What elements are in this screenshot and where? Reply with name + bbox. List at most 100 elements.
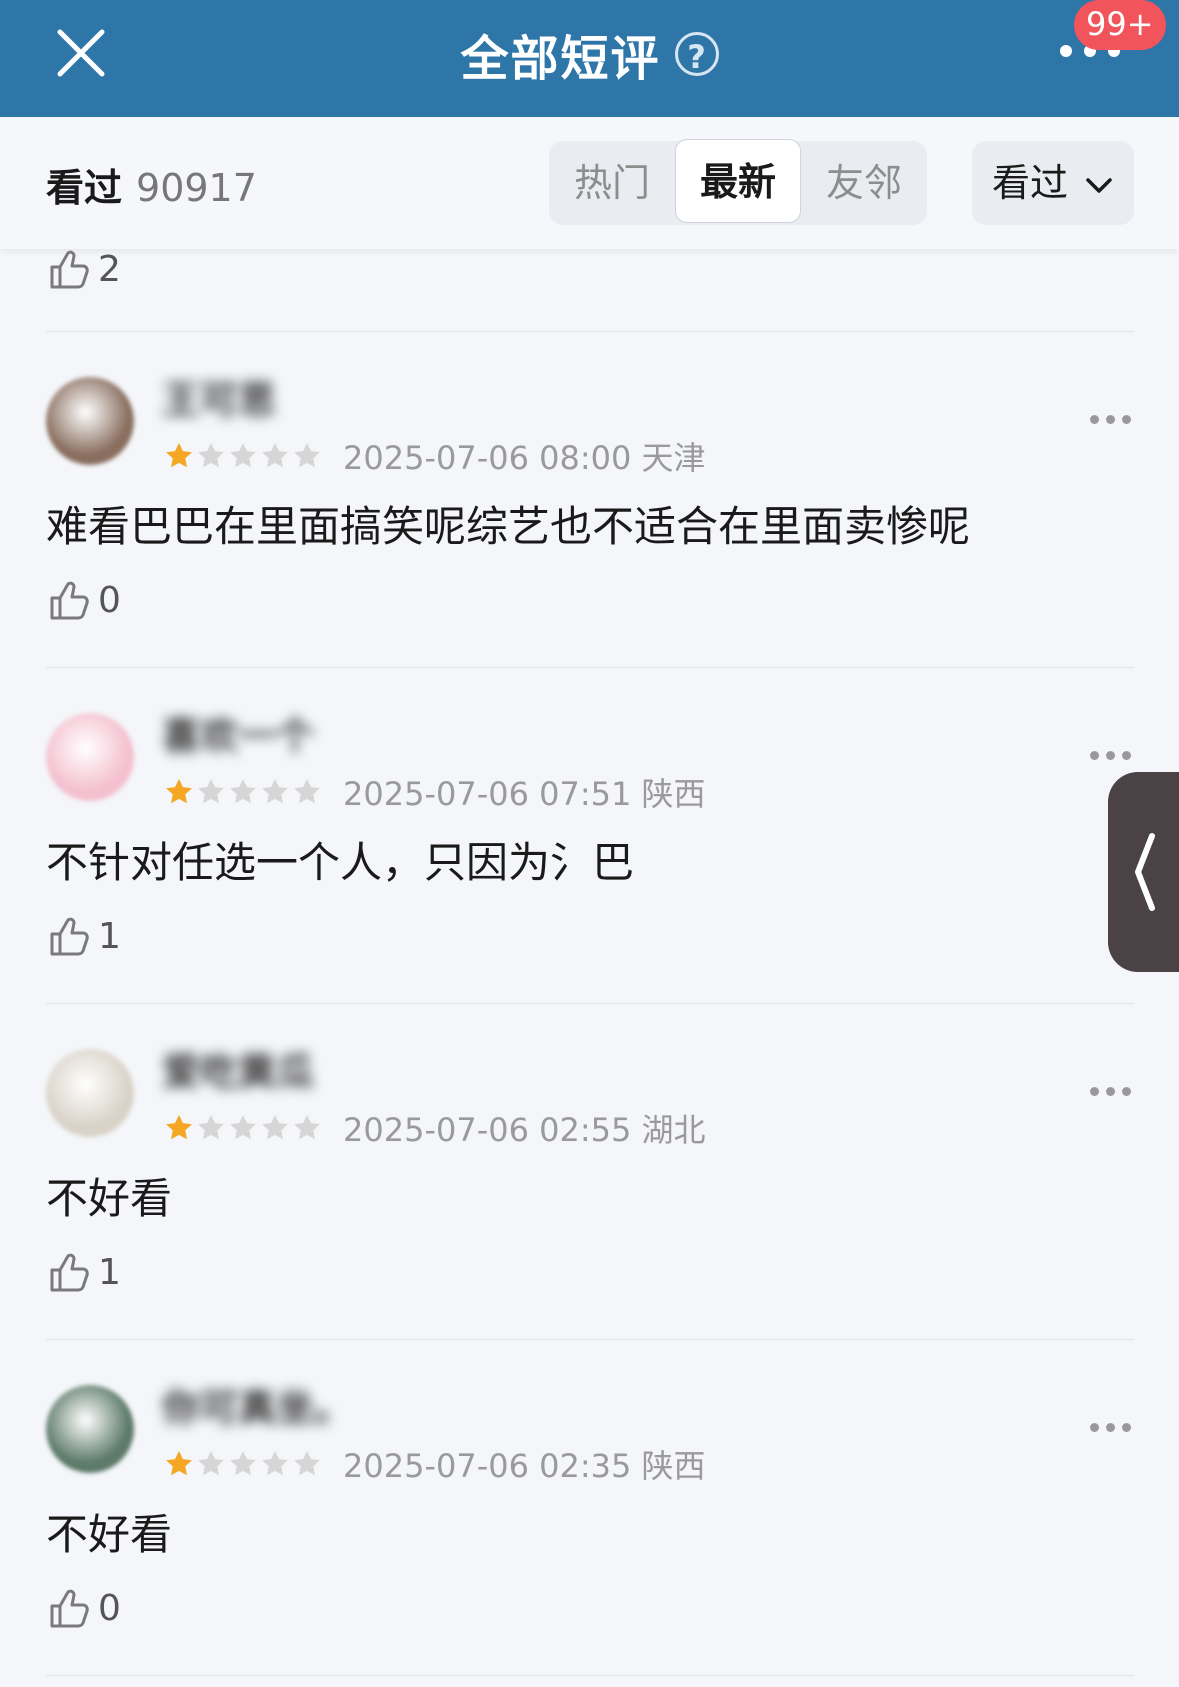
more-dot-icon: [1106, 415, 1115, 424]
review-item: 王可思 2025-07-06 08:00 天津难看巴巴在里面搞笑呢综艺也不适合在里…: [0, 333, 1179, 669]
like-count: 0: [98, 579, 121, 621]
star-icon: [230, 1114, 256, 1140]
divider: [46, 1339, 1134, 1340]
status-dropdown[interactable]: 看过: [972, 141, 1134, 225]
more-dot-icon: [1106, 1423, 1115, 1432]
review-meta: 2025-07-06 07:51 陕西: [343, 769, 706, 815]
more-dot-icon: [1090, 1423, 1099, 1432]
star-icon: [166, 778, 192, 804]
more-dot-icon: [1106, 751, 1115, 760]
more-dot-icon: [1122, 751, 1131, 760]
status-dropdown-label: 看过: [991, 161, 1068, 205]
avatar[interactable]: [46, 1385, 134, 1473]
star-icon: [230, 1450, 256, 1476]
review-more-button[interactable]: [1088, 747, 1134, 763]
side-drawer-handle[interactable]: [1108, 772, 1179, 972]
divider: [46, 1675, 1134, 1676]
avatar[interactable]: [46, 1049, 134, 1137]
thumbs-up-icon: [50, 917, 89, 956]
more-dot-icon: [1090, 415, 1099, 424]
like-button[interactable]: 2: [48, 248, 121, 290]
star-rating: [164, 1113, 324, 1143]
watched-summary: 看过 90917: [46, 157, 257, 212]
avatar[interactable]: [46, 377, 134, 465]
tab-friends[interactable]: 友邻: [801, 141, 927, 225]
star-icon: [166, 442, 192, 468]
watched-count: 90917: [136, 166, 257, 210]
star-icon: [166, 1114, 192, 1140]
thumbs-up-icon: [50, 1589, 89, 1628]
star-rating: [164, 1449, 324, 1479]
thumbs-up-icon: [50, 581, 89, 620]
top-bar: 全部短评 ? 99+: [0, 0, 1179, 117]
like-button[interactable]: 0: [48, 578, 121, 622]
star-icon: [262, 778, 288, 804]
review-more-button[interactable]: [1088, 1083, 1134, 1099]
more-dot-icon: [1122, 415, 1131, 424]
watched-label: 看过: [46, 166, 123, 210]
notification-badge: 99+: [1074, 0, 1166, 50]
more-dot-icon: [1090, 751, 1099, 760]
avatar[interactable]: [46, 713, 134, 801]
like-count: 1: [98, 1251, 121, 1293]
star-icon: [294, 442, 320, 468]
tab-latest[interactable]: 最新: [675, 139, 801, 223]
star-icon: [294, 1114, 320, 1140]
star-icon: [262, 442, 288, 468]
page-title: 全部短评: [460, 30, 661, 87]
review-text: 不好看: [46, 1510, 173, 1559]
star-rating: [164, 777, 324, 807]
star-icon: [262, 1114, 288, 1140]
divider: [46, 331, 1134, 332]
star-icon: [230, 778, 256, 804]
like-button[interactable]: 1: [48, 914, 121, 958]
username[interactable]: 你可真坐。: [162, 1377, 332, 1433]
like-count: 2: [98, 248, 121, 290]
chevron-down-icon: [1086, 177, 1112, 193]
title-area: 全部短评 ?: [0, 0, 1179, 107]
thumbs-up-icon: [50, 1253, 89, 1292]
star-icon: [198, 1114, 224, 1140]
like-button[interactable]: 0: [48, 1586, 121, 1630]
review-text: 不针对任选一个人，只因为氵巴: [46, 838, 635, 887]
star-icon: [166, 1450, 192, 1476]
more-dot-icon: [1122, 1423, 1131, 1432]
review-more-button[interactable]: [1088, 411, 1134, 427]
sort-tabs: 热门 最新 友邻: [549, 139, 927, 225]
review-text: 难看巴巴在里面搞笑呢综艺也不适合在里面卖惨呢: [46, 502, 971, 551]
more-dot-icon: [1122, 1087, 1131, 1096]
review-region: 陕西: [641, 775, 706, 813]
review-time: 2025-07-06 02:35: [343, 1447, 632, 1485]
review-meta: 2025-07-06 02:35 陕西: [343, 1441, 706, 1487]
help-icon[interactable]: ?: [674, 31, 719, 76]
review-item: 你可真坐。2025-07-06 02:35 陕西不好看0: [0, 1341, 1179, 1677]
star-rating: [164, 441, 324, 471]
divider: [46, 1003, 1134, 1004]
like-count: 1: [98, 915, 121, 957]
username[interactable]: 爱吃黄瓜: [162, 1041, 332, 1097]
review-time: 2025-07-06 07:51: [343, 775, 632, 813]
review-item: 喜欢一个 2025-07-06 07:51 陕西 不针对任选一个人，只因为氵巴 1: [0, 669, 1179, 1005]
review-meta: 2025-07-06 02:55 湖北: [343, 1105, 706, 1151]
star-icon: [198, 1450, 224, 1476]
star-icon: [294, 778, 320, 804]
like-button[interactable]: 1: [48, 1250, 121, 1294]
review-more-button[interactable]: [1088, 1419, 1134, 1435]
more-dot-icon: [1060, 45, 1072, 57]
review-region: 湖北: [641, 1111, 706, 1149]
review-item: 爱吃黄瓜 2025-07-06 02:55 湖北 不好看 1: [0, 1005, 1179, 1341]
star-icon: [294, 1450, 320, 1476]
tab-hot[interactable]: 热门: [549, 141, 675, 225]
more-dot-icon: [1106, 1087, 1115, 1096]
username[interactable]: 喜欢一个: [162, 705, 332, 761]
more-dot-icon: [1090, 1087, 1099, 1096]
like-count: 0: [98, 1587, 121, 1629]
review-region: 陕西: [641, 1447, 706, 1485]
review-region: 天津: [641, 439, 706, 477]
username[interactable]: 王可思: [162, 369, 332, 425]
thumbs-up-icon: [50, 250, 89, 289]
filter-bar: 看过 90917 热门 最新 友邻 看过: [0, 117, 1179, 249]
star-icon: [230, 442, 256, 468]
star-icon: [198, 442, 224, 468]
review-meta: 2025-07-06 08:00 天津: [343, 433, 706, 479]
